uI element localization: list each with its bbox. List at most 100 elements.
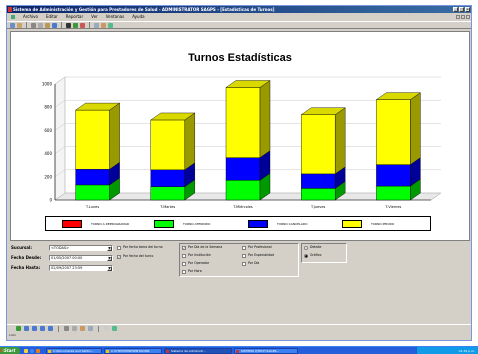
find-icon[interactable] — [66, 22, 71, 28]
exit-icon[interactable] — [108, 22, 113, 28]
cut-icon[interactable] — [31, 22, 36, 28]
clock: 01:39 p.m. — [458, 349, 475, 353]
fecha-toma-checkbox[interactable] — [117, 246, 121, 250]
legend-swatch-cancelado — [248, 220, 268, 228]
filter-panel: Sucursal: <TODAS> ▼ Fecha Desde: 01/05/2… — [7, 243, 471, 303]
exit-icon[interactable] — [112, 326, 117, 331]
bar-segment-front — [301, 173, 336, 189]
quicklaunch-icon[interactable] — [24, 349, 28, 353]
especialidad-checkbox[interactable] — [242, 254, 246, 258]
print-icon[interactable] — [80, 326, 85, 331]
chart-legend: TURNO A REPROGRAMAR TURNO ATENDIDO TURNO… — [45, 216, 431, 231]
quicklaunch-icon[interactable] — [36, 349, 40, 353]
toolbar-separator — [61, 22, 62, 28]
x-tick-label: T.Miércoles — [232, 205, 253, 209]
menu-editar[interactable]: Editar — [46, 14, 58, 20]
chevron-down-icon[interactable]: ▼ — [107, 256, 112, 261]
especialidad-label: Por Especialidad — [248, 253, 275, 257]
bar-segment-front — [225, 87, 261, 158]
next-record-icon[interactable] — [40, 326, 45, 331]
bar-segment-side — [335, 107, 346, 175]
menu-ayuda[interactable]: Ayuda — [132, 14, 144, 20]
taskbar-item[interactable]: C:\Documents and Settin... — [46, 348, 102, 354]
save-icon[interactable] — [64, 326, 69, 331]
bar-segment-front — [75, 184, 110, 201]
institucion-label: Por Institución — [188, 253, 211, 257]
fecha-desde-field[interactable]: 01/05/2007 00:00 ▼ — [49, 255, 113, 261]
operador-checkbox[interactable] — [182, 262, 186, 266]
quicklaunch-icon[interactable] — [30, 349, 34, 353]
fecha-hasta-label: Fecha Hasta: — [11, 265, 41, 270]
taskbar-item-label: C:\Documents and Settin... — [53, 349, 94, 353]
stop-icon[interactable] — [80, 22, 85, 28]
y-tick-label: 600 — [44, 128, 52, 133]
previous-record-icon[interactable] — [32, 326, 37, 331]
taskbar-item[interactable]: C:\UTECH\PRESENTACION — [104, 348, 162, 354]
bar-segment-side — [109, 102, 120, 170]
chevron-down-icon[interactable]: ▼ — [107, 246, 112, 251]
folder-icon — [48, 350, 51, 353]
bar-segment-front — [75, 109, 110, 170]
profesional-checkbox[interactable] — [242, 246, 246, 250]
profesional-label: Por Profesional — [248, 245, 272, 249]
taskbar-item[interactable]: SISTEMA QTECH SAGPS... — [234, 348, 298, 354]
undo-icon[interactable] — [52, 22, 57, 28]
sucursal-select[interactable]: <TODAS> ▼ — [49, 245, 113, 251]
legend-swatch-reprogramar — [62, 220, 82, 228]
menu-reportar[interactable]: Reportar — [66, 14, 83, 20]
maximize-button[interactable]: □ — [459, 7, 464, 12]
print-icon[interactable] — [101, 22, 106, 28]
child-restore-button[interactable] — [461, 15, 465, 19]
view-mode-group — [301, 243, 347, 263]
chevron-down-icon[interactable]: ▼ — [107, 266, 112, 271]
bar-segment-front — [301, 188, 336, 201]
window-icon[interactable] — [94, 22, 99, 28]
toolbar-separator — [89, 22, 90, 28]
copy-icon[interactable] — [38, 22, 43, 28]
chart-panel: Turnos Estadísticas 0 200 400 600 800 1000 T.L… — [10, 31, 470, 241]
detalle-radio[interactable] — [304, 246, 308, 250]
first-record-icon[interactable] — [24, 326, 29, 331]
app-icon — [166, 350, 169, 353]
new-icon[interactable] — [10, 22, 15, 28]
title-bar: Sistema de Administración y Gestión para… — [7, 6, 471, 13]
taskbar-item[interactable]: Sistema de Administr... — [164, 348, 232, 354]
window-title: Sistema de Administración y Gestión para… — [13, 7, 275, 12]
y-tick-label: 200 — [44, 174, 52, 179]
toolbar-separator — [98, 325, 99, 332]
close-button[interactable]: × — [465, 7, 470, 12]
menu-archivo[interactable]: Archivo — [23, 14, 38, 20]
taskbar-item-label: Sistema de Administr... — [171, 349, 206, 353]
grid-icon[interactable] — [72, 326, 77, 331]
system-tray: 01:39 p.m. — [416, 347, 478, 354]
open-icon[interactable] — [17, 22, 22, 28]
bar-segment-front — [225, 180, 261, 201]
hora-checkbox[interactable] — [182, 270, 186, 274]
paste-icon[interactable] — [45, 22, 50, 28]
fecha-hasta-field[interactable]: 02/09/2007 23:59 ▼ — [49, 265, 113, 271]
refresh-icon[interactable] — [73, 22, 78, 28]
add-icon[interactable] — [16, 326, 21, 331]
fecha-turno-checkbox[interactable]: ✓ — [117, 255, 121, 259]
menu-ver[interactable]: Ver — [91, 14, 98, 20]
child-close-button[interactable] — [466, 15, 470, 19]
dia-checkbox[interactable] — [242, 262, 246, 266]
menu-ventanas[interactable]: Ventanas — [106, 14, 125, 20]
last-record-icon[interactable] — [48, 326, 53, 331]
dia-semana-checkbox[interactable]: ✓ — [182, 246, 186, 250]
fecha-desde-value: 01/05/2007 00:00 — [51, 256, 83, 260]
sucursal-value: <TODAS> — [51, 246, 70, 250]
taskbar: Start C:\Documents and Settin... C:\UTEC… — [0, 346, 478, 354]
institucion-checkbox[interactable] — [182, 254, 186, 258]
grafico-radio[interactable]: ● — [304, 254, 308, 258]
child-window-controls — [456, 15, 470, 19]
options-icon[interactable] — [104, 326, 109, 331]
x-tick-label: T.Lunes — [85, 205, 99, 209]
document-icon — [11, 15, 15, 19]
start-button[interactable]: Start — [0, 347, 20, 354]
legend-label: TURNO PEDIDO — [371, 222, 395, 226]
app-window: Sistema de Administración y Gestión para… — [6, 5, 472, 341]
preview-icon[interactable] — [88, 326, 93, 331]
minimize-button[interactable]: _ — [453, 7, 458, 12]
child-minimize-button[interactable] — [456, 15, 460, 19]
